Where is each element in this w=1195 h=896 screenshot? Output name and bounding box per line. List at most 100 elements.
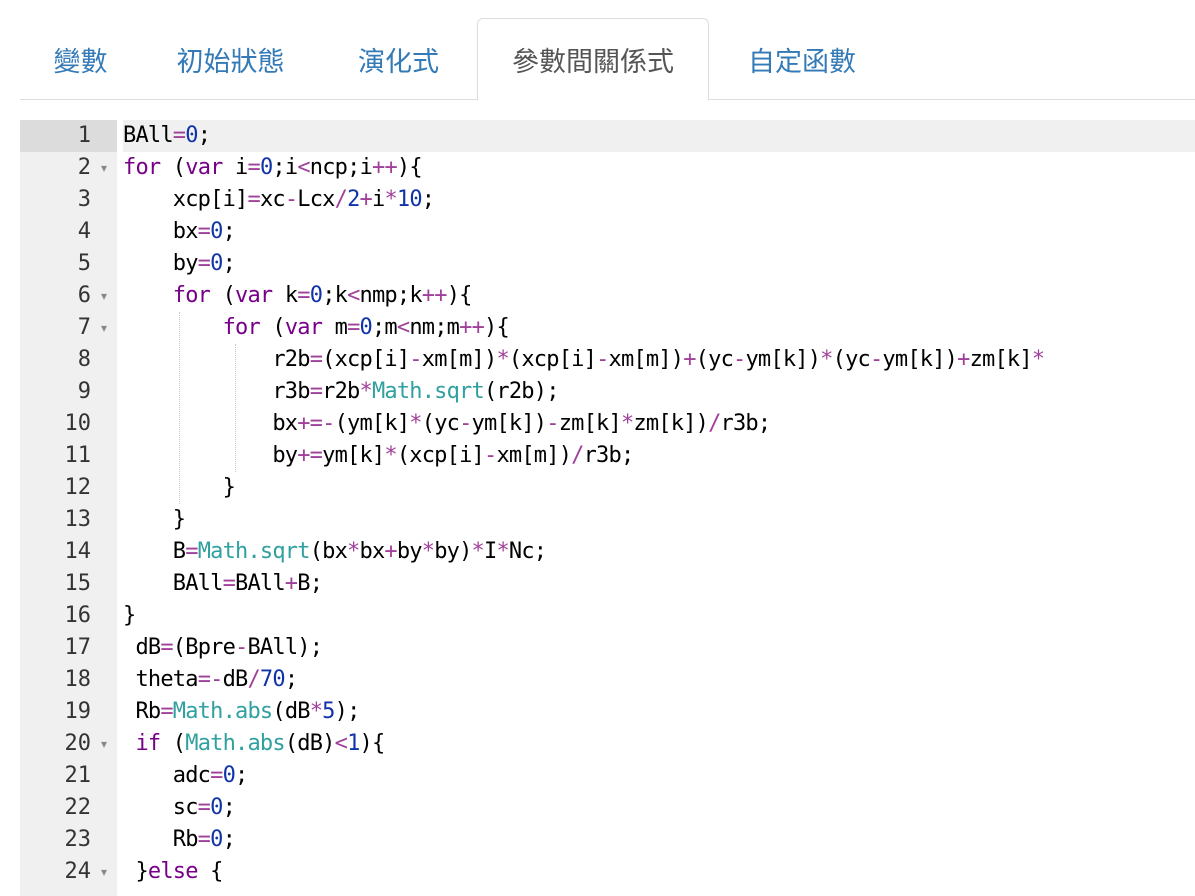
line-number-cell: 16 — [20, 600, 117, 632]
tab-evolution[interactable]: 演化式 — [320, 18, 477, 100]
line-number-cell: 7 ▾ — [20, 312, 117, 344]
code-line[interactable]: 19 Rb=Math.abs(dB*5); — [20, 696, 1195, 728]
line-number: 18 — [64, 667, 92, 692]
code-text[interactable]: sc=0; — [123, 792, 1195, 824]
code-text[interactable]: BAll=BAll+B; — [123, 568, 1195, 600]
line-number-cell: 24 ▾ — [20, 856, 117, 888]
code-line[interactable]: 13 } — [20, 504, 1195, 536]
fold-toggle-icon[interactable]: ▾ — [97, 312, 111, 344]
code-line[interactable]: 24 ▾ }else { — [20, 856, 1195, 888]
tab-bar: 變數 初始狀態 演化式 參數間關係式 自定函數 — [20, 0, 1195, 101]
line-number-cell: 17 — [20, 632, 117, 664]
tab-parameter-relations[interactable]: 參數間關係式 — [477, 18, 709, 101]
code-line[interactable]: 21 adc=0; — [20, 760, 1195, 792]
code-text[interactable]: B=Math.sqrt(bx*bx+by*by)*I*Nc; — [123, 536, 1195, 568]
code-line[interactable]: 16} — [20, 600, 1195, 632]
tab-custom-functions[interactable]: 自定函數 — [709, 18, 895, 100]
line-number: 23 — [64, 827, 92, 852]
line-number-cell: 10 — [20, 408, 117, 440]
code-line[interactable]: 8 r2b=(xcp[i]-xm[m])*(xcp[i]-xm[m])+(yc-… — [20, 344, 1195, 376]
line-number: 9 — [77, 379, 91, 404]
line-number-cell: 22 — [20, 792, 117, 824]
line-number: 24 — [64, 859, 92, 884]
code-text[interactable]: Rb=Math.abs(dB*5); — [123, 696, 1195, 728]
code-line[interactable]: 9 r3b=r2b*Math.sqrt(r2b); — [20, 376, 1195, 408]
code-text[interactable]: adc=0; — [123, 760, 1195, 792]
code-line[interactable]: 22 sc=0; — [20, 792, 1195, 824]
code-line[interactable]: 6 ▾ for (var k=0;k<nmp;k++){ — [20, 280, 1195, 312]
code-line[interactable]: 1 BAll=0; — [20, 120, 1195, 152]
line-number-cell: 2 ▾ — [20, 152, 117, 184]
code-line[interactable]: 20 ▾ if (Math.abs(dB)<1){ — [20, 728, 1195, 760]
line-number: 11 — [64, 443, 92, 468]
code-text[interactable]: for (var i=0;i<ncp;i++){ — [123, 152, 1195, 184]
code-editor[interactable]: 1 BAll=0; 2 ▾ for (var i=0;i<ncp;i++){3 xcp[… — [20, 120, 1195, 896]
code-line[interactable]: 5 by=0; — [20, 248, 1195, 280]
line-number-cell: 19 — [20, 696, 117, 728]
line-number: 17 — [64, 635, 92, 660]
line-number: 7 — [77, 315, 91, 340]
line-number-cell: 21 — [20, 760, 117, 792]
code-line[interactable]: 17 dB=(Bpre-BAll); — [20, 632, 1195, 664]
line-number-cell: 13 — [20, 504, 117, 536]
fold-toggle-icon[interactable]: ▾ — [97, 728, 111, 760]
line-number: 21 — [64, 763, 92, 788]
line-number: 3 — [77, 187, 91, 212]
line-number-cell: 11 — [20, 440, 117, 472]
line-number: 8 — [77, 347, 91, 372]
code-text[interactable]: BAll=0; — [123, 120, 1195, 152]
code-line[interactable]: 4 bx=0; — [20, 216, 1195, 248]
code-line[interactable]: 15 BAll=BAll+B; — [20, 568, 1195, 600]
line-number-cell: 9 — [20, 376, 117, 408]
line-number-cell: 20 ▾ — [20, 728, 117, 760]
line-number: 6 — [77, 283, 91, 308]
code-text[interactable]: by+=ym[k]*(xcp[i]-xm[m])/r3b; — [123, 440, 1195, 472]
code-line[interactable]: 14 B=Math.sqrt(bx*bx+by*by)*I*Nc; — [20, 536, 1195, 568]
code-text[interactable]: xcp[i]=xc-Lcx/2+i*10; — [123, 184, 1195, 216]
line-number: 16 — [64, 603, 92, 628]
indent-guide — [235, 344, 237, 472]
fold-toggle-icon[interactable]: ▾ — [97, 152, 111, 184]
code-text[interactable]: dB=(Bpre-BAll); — [123, 632, 1195, 664]
code-line[interactable]: 23 Rb=0; — [20, 824, 1195, 856]
code-line[interactable]: 11 by+=ym[k]*(xcp[i]-xm[m])/r3b; — [20, 440, 1195, 472]
code-text[interactable]: }else { — [123, 856, 1195, 888]
code-text[interactable]: by=0; — [123, 248, 1195, 280]
code-text[interactable]: } — [123, 504, 1195, 536]
line-number: 12 — [64, 475, 92, 500]
code-text[interactable]: } — [123, 472, 1195, 504]
code-text[interactable]: r2b=(xcp[i]-xm[m])*(xcp[i]-xm[m])+(yc-ym… — [123, 344, 1195, 376]
line-number: 5 — [77, 251, 91, 276]
code-text[interactable]: r3b=r2b*Math.sqrt(r2b); — [123, 376, 1195, 408]
line-number: 14 — [64, 539, 92, 564]
fold-toggle-icon[interactable]: ▾ — [97, 856, 111, 888]
code-line[interactable]: 10 bx+=-(ym[k]*(yc-ym[k])-zm[k]*zm[k])/r… — [20, 408, 1195, 440]
code-line[interactable]: 7 ▾ for (var m=0;m<nm;m++){ — [20, 312, 1195, 344]
line-number-cell: 1 — [20, 120, 117, 152]
line-number-cell: 3 — [20, 184, 117, 216]
code-line[interactable]: 3 xcp[i]=xc-Lcx/2+i*10; — [20, 184, 1195, 216]
code-text[interactable]: Rb=0; — [123, 824, 1195, 856]
line-number: 22 — [64, 795, 92, 820]
line-number-cell: 5 — [20, 248, 117, 280]
tab-variables[interactable]: 變數 — [20, 18, 141, 100]
code-text[interactable]: theta=-dB/70; — [123, 664, 1195, 696]
code-line[interactable]: 18 theta=-dB/70; — [20, 664, 1195, 696]
line-number-cell: 14 — [20, 536, 117, 568]
line-number: 15 — [64, 571, 92, 596]
indent-guide — [179, 312, 181, 504]
code-text[interactable]: } — [123, 600, 1195, 632]
line-number: 4 — [77, 219, 91, 244]
code-text[interactable]: bx+=-(ym[k]*(yc-ym[k])-zm[k]*zm[k])/r3b; — [123, 408, 1195, 440]
code-line[interactable]: 2 ▾ for (var i=0;i<ncp;i++){ — [20, 152, 1195, 184]
code-text[interactable]: if (Math.abs(dB)<1){ — [123, 728, 1195, 760]
line-number-cell: 12 — [20, 472, 117, 504]
tab-initial-state[interactable]: 初始狀態 — [141, 18, 320, 100]
code-line[interactable]: 12 } — [20, 472, 1195, 504]
fold-toggle-icon[interactable]: ▾ — [97, 280, 111, 312]
code-text[interactable]: for (var m=0;m<nm;m++){ — [123, 312, 1195, 344]
line-number: 19 — [64, 699, 92, 724]
line-number-cell: 23 — [20, 824, 117, 856]
code-text[interactable]: bx=0; — [123, 216, 1195, 248]
code-text[interactable]: for (var k=0;k<nmp;k++){ — [123, 280, 1195, 312]
